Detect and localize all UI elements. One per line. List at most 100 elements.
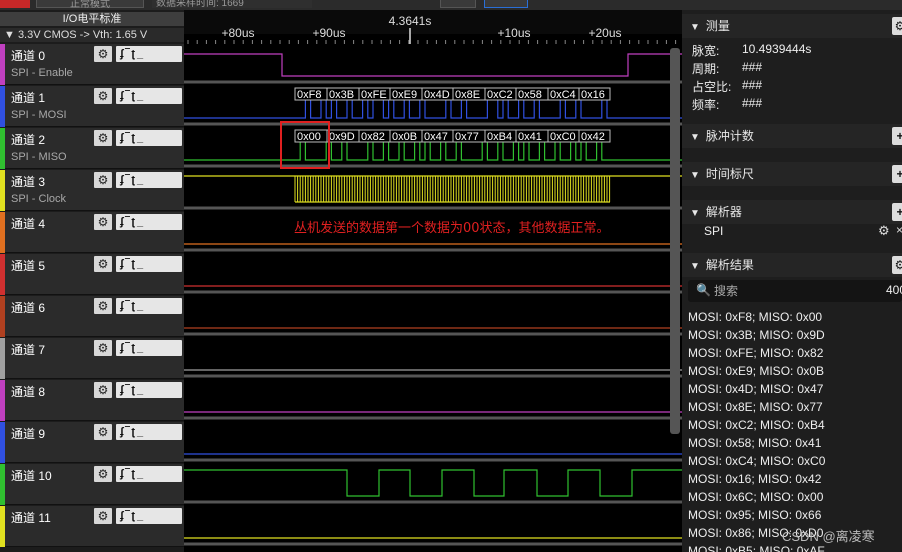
- measure-value: ###: [742, 96, 763, 110]
- channel-row[interactable]: 通道 11 ⚙ ʄ‾ʈ_: [0, 506, 184, 547]
- add-icon[interactable]: +: [892, 165, 902, 183]
- channel-row[interactable]: 通道 3 SPI - Clock ⚙ ʄ‾ʈ_: [0, 170, 184, 211]
- channel-row[interactable]: 通道 7 ⚙ ʄ‾ʈ_: [0, 338, 184, 379]
- toolbar-button[interactable]: [440, 0, 476, 8]
- channel-row[interactable]: 通道 0 SPI - Enable ⚙ ʄ‾ʈ_: [0, 44, 184, 85]
- trigger-edge-buttons[interactable]: ʄ‾ʈ_: [116, 46, 182, 62]
- collapse-icon[interactable]: ▼: [690, 126, 700, 150]
- search-input[interactable]: [714, 282, 864, 300]
- mosi-byte: 0x3B: [329, 89, 354, 101]
- time-label: +10us: [497, 26, 530, 40]
- gear-icon[interactable]: ⚙: [94, 466, 112, 482]
- channel-color-bar: [0, 44, 5, 85]
- result-row[interactable]: MOSI: 0xC4; MISO: 0xC0: [688, 452, 825, 470]
- trigger-edge-buttons[interactable]: ʄ‾ʈ_: [116, 424, 182, 440]
- channel-row[interactable]: 通道 9 ⚙ ʄ‾ʈ_: [0, 422, 184, 463]
- collapse-icon[interactable]: ▼: [690, 164, 700, 188]
- gear-icon[interactable]: ⚙: [94, 340, 112, 356]
- result-row[interactable]: MOSI: 0x16; MISO: 0x42: [688, 470, 821, 488]
- gear-icon[interactable]: ⚙: [94, 88, 112, 104]
- channel-protocol: SPI - MOSI: [11, 109, 67, 121]
- trigger-edge-buttons[interactable]: ʄ‾ʈ_: [116, 340, 182, 356]
- channel-row[interactable]: 通道 10 ⚙ ʄ‾ʈ_: [0, 464, 184, 505]
- trigger-edge-buttons[interactable]: ʄ‾ʈ_: [116, 256, 182, 272]
- channel-row[interactable]: 通道 4 ⚙ ʄ‾ʈ_: [0, 212, 184, 253]
- gear-icon[interactable]: ⚙: [94, 130, 112, 146]
- gear-icon[interactable]: ⚙: [94, 508, 112, 524]
- collapse-icon[interactable]: ▼: [690, 202, 700, 226]
- trigger-edge-buttons[interactable]: ʄ‾ʈ_: [116, 508, 182, 524]
- top-toolbar: 正常模式 数据采样时间: 1669: [0, 0, 902, 10]
- result-row[interactable]: MOSI: 0x58; MISO: 0x41: [688, 434, 821, 452]
- collapse-icon[interactable]: ▼: [690, 255, 700, 279]
- miso-byte: 0x0B: [392, 131, 417, 143]
- trigger-edge-buttons[interactable]: ʄ‾ʈ_: [116, 382, 182, 398]
- gear-icon[interactable]: ⚙: [892, 256, 902, 274]
- results-section[interactable]: ▼ 解析结果 ⚙: [682, 253, 902, 277]
- time-label: +90us: [312, 26, 345, 40]
- trigger-edge-buttons[interactable]: ʄ‾ʈ_: [116, 88, 182, 104]
- waveform-canvas[interactable]: +80us +90us 4.3641s +10us +20us 0xF8 0x3B 0xFE 0…: [184, 10, 684, 552]
- measure-pulse-width: 脉宽: 10.4939444s: [692, 42, 811, 59]
- result-row[interactable]: MOSI: 0xF8; MISO: 0x00: [688, 308, 822, 326]
- gear-icon[interactable]: ⚙: [94, 46, 112, 62]
- gear-icon[interactable]: ⚙: [94, 172, 112, 188]
- trigger-edge-buttons[interactable]: ʄ‾ʈ_: [116, 130, 182, 146]
- time-ruler-section[interactable]: ▼ 时间标尺 +: [682, 162, 902, 186]
- gear-icon[interactable]: ⚙: [892, 17, 902, 35]
- add-icon[interactable]: +: [892, 127, 902, 145]
- voltage-selector[interactable]: ▼ 3.3V CMOS -> Vth: 1.65 V: [0, 28, 184, 42]
- channel-color-bar: [0, 212, 5, 253]
- add-icon[interactable]: +: [892, 203, 902, 221]
- waveform-scrollbar[interactable]: [670, 48, 680, 434]
- result-count: 400: [886, 283, 902, 297]
- sample-time-field[interactable]: 数据采样时间: 1669: [152, 0, 312, 9]
- measure-section[interactable]: ▼ 测量 ⚙: [682, 14, 902, 38]
- mode-button[interactable]: 正常模式: [36, 0, 144, 10]
- waveform-channel-0: [184, 53, 684, 77]
- channel-color-bar: [0, 86, 5, 127]
- result-row[interactable]: MOSI: 0xE9; MISO: 0x0B: [688, 362, 824, 380]
- mosi-byte: 0xFE: [361, 89, 387, 101]
- channel-row[interactable]: 通道 5 ⚙ ʄ‾ʈ_: [0, 254, 184, 295]
- waveform-view[interactable]: +80us +90us 4.3641s +10us +20us 0xF8 0x3B 0xFE 0…: [184, 10, 684, 552]
- measure-value: ###: [742, 60, 763, 74]
- gear-icon[interactable]: ⚙: [94, 382, 112, 398]
- channel-row[interactable]: 通道 8 ⚙ ʄ‾ʈ_: [0, 380, 184, 421]
- result-row[interactable]: MOSI: 0x4D; MISO: 0x47: [688, 380, 823, 398]
- gear-icon[interactable]: ⚙: [94, 298, 112, 314]
- result-row[interactable]: MOSI: 0xFE; MISO: 0x82: [688, 344, 823, 362]
- analyzer-item-spi[interactable]: SPI: [704, 224, 723, 238]
- measure-value: ###: [742, 78, 763, 92]
- pulse-count-section[interactable]: ▼ 脉冲计数 +: [682, 124, 902, 148]
- mosi-byte: 0xC4: [550, 89, 576, 101]
- trigger-edge-buttons[interactable]: ʄ‾ʈ_: [116, 466, 182, 482]
- miso-byte: 0xC0: [550, 131, 576, 143]
- results-title: 解析结果: [705, 258, 754, 272]
- record-button[interactable]: [0, 0, 30, 8]
- gear-icon[interactable]: ⚙: [94, 256, 112, 272]
- channel-row[interactable]: 通道 2 SPI - MISO ⚙ ʄ‾ʈ_: [0, 128, 184, 169]
- collapse-icon[interactable]: ▼: [690, 16, 700, 40]
- trigger-edge-buttons[interactable]: ʄ‾ʈ_: [116, 298, 182, 314]
- gear-icon[interactable]: ⚙: [878, 223, 890, 239]
- result-row[interactable]: MOSI: 0x3B; MISO: 0x9D: [688, 326, 825, 344]
- channel-color-bar: [0, 296, 5, 337]
- miso-byte: 0x42: [581, 131, 605, 143]
- channel-row[interactable]: 通道 1 SPI - MOSI ⚙ ʄ‾ʈ_: [0, 86, 184, 127]
- channel-row[interactable]: 通道 6 ⚙ ʄ‾ʈ_: [0, 296, 184, 337]
- gear-icon[interactable]: ⚙: [94, 424, 112, 440]
- result-row[interactable]: MOSI: 0x8E; MISO: 0x77: [688, 398, 823, 416]
- close-icon[interactable]: ×: [896, 223, 902, 237]
- result-row[interactable]: MOSI: 0x95; MISO: 0x66: [688, 506, 821, 524]
- trigger-edge-buttons[interactable]: ʄ‾ʈ_: [116, 214, 182, 230]
- mosi-byte: 0xF8: [297, 89, 321, 101]
- result-row[interactable]: MOSI: 0xC2; MISO: 0xB4: [688, 416, 825, 434]
- analyzer-section[interactable]: ▼ 解析器 +: [682, 200, 902, 224]
- toolbar-button-active[interactable]: [484, 0, 528, 8]
- gear-icon[interactable]: ⚙: [94, 214, 112, 230]
- trigger-edge-buttons[interactable]: ʄ‾ʈ_: [116, 172, 182, 188]
- result-row[interactable]: MOSI: 0x6C; MISO: 0x00: [688, 488, 823, 506]
- measure-value: 10.4939444s: [742, 42, 812, 56]
- channel-color-bar: [0, 506, 5, 547]
